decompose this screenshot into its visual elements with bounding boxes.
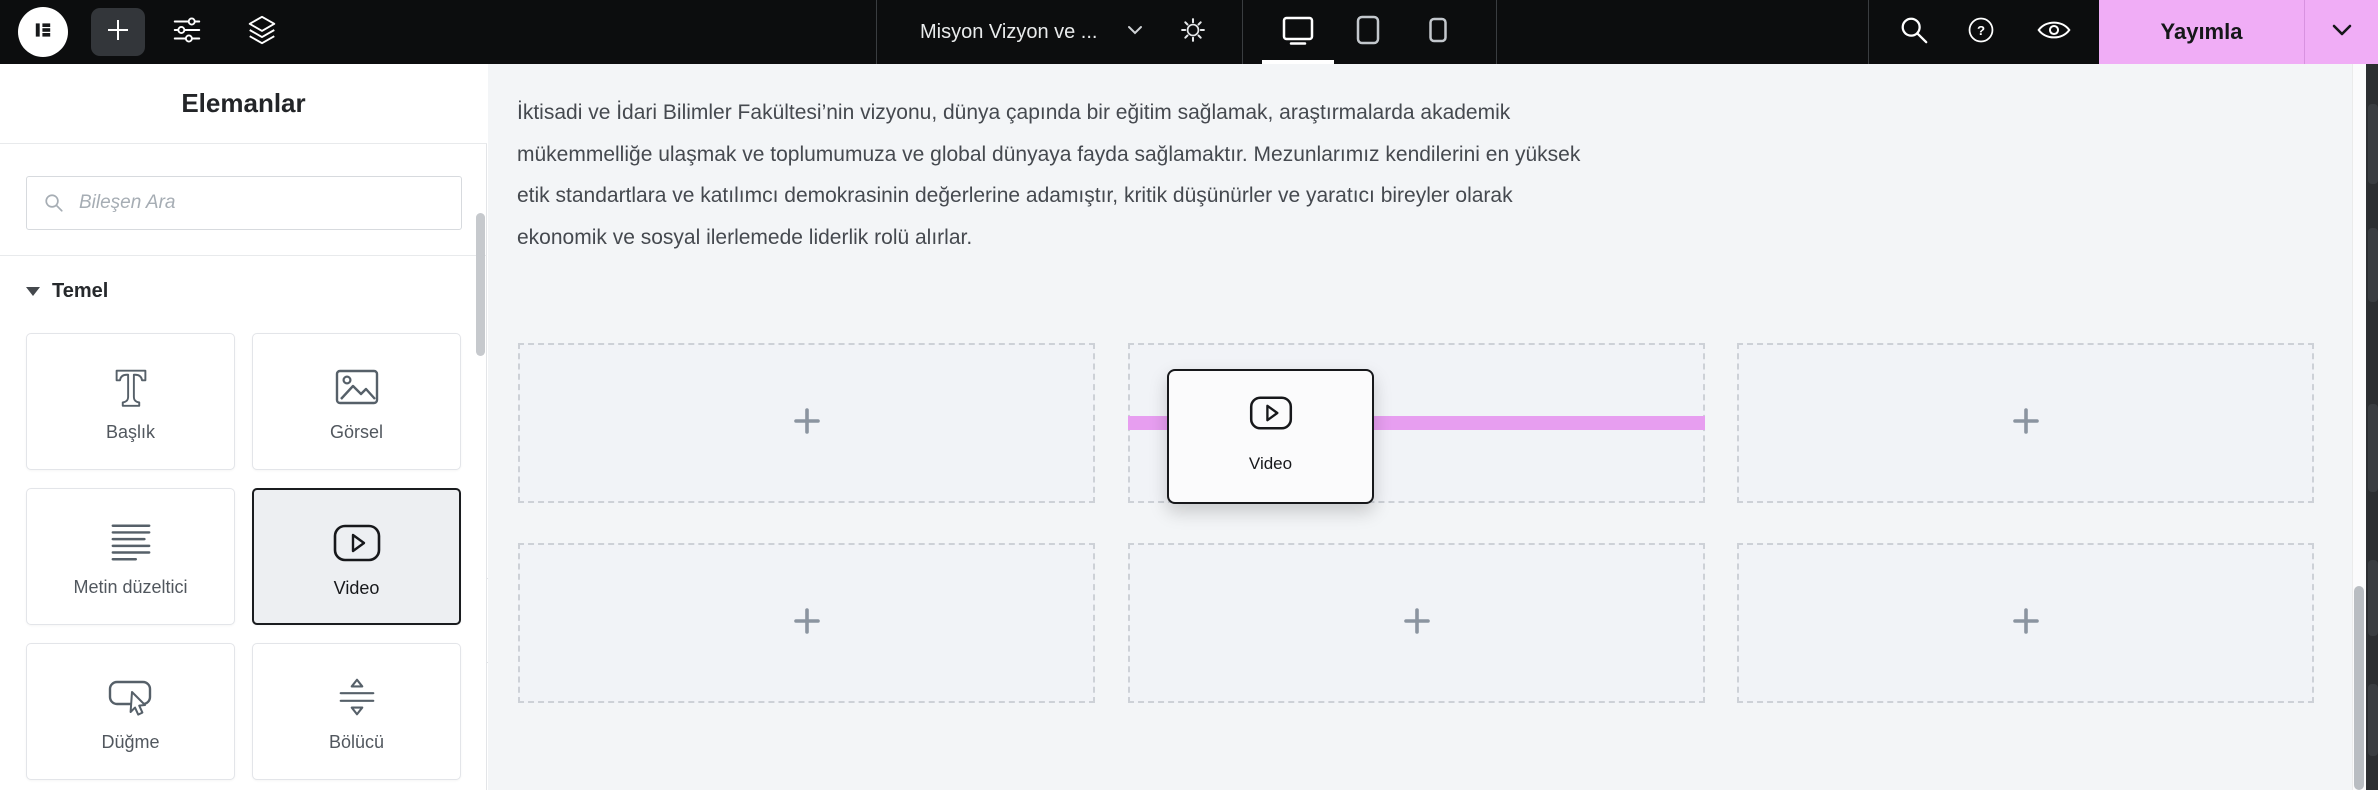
- search-icon: [43, 192, 65, 214]
- plus-icon: [1402, 606, 1432, 641]
- dragged-video-widget[interactable]: Video: [1167, 369, 1374, 504]
- device-tablet-button[interactable]: [1355, 15, 1381, 50]
- publish-options-button[interactable]: [2305, 0, 2378, 64]
- paragraph-line: ekonomik ve sosyal ilerlemede liderlik r…: [517, 225, 973, 249]
- widget-card-text-editor[interactable]: Metin düzeltici: [26, 488, 235, 625]
- elementor-menu-button[interactable]: [18, 7, 68, 57]
- dragged-widget-label: Video: [1248, 454, 1293, 473]
- drop-zone[interactable]: [518, 343, 1095, 503]
- vision-paragraph[interactable]: İktisadi ve İdari Bilimler Fakültesi’nin…: [517, 92, 1580, 258]
- widget-card-heading[interactable]: Başlık: [26, 333, 235, 470]
- window-edge-chip: [2368, 404, 2378, 492]
- mobile-icon: [1428, 17, 1448, 48]
- window-edge-chip: [2368, 560, 2378, 636]
- add-element-button[interactable]: [91, 8, 145, 56]
- section-title: Temel: [52, 279, 109, 302]
- text-editor-icon: [108, 517, 154, 567]
- image-icon: [333, 362, 381, 412]
- eye-icon: [2036, 15, 2072, 50]
- paragraph-line: İktisadi ve İdari Bilimler Fakültesi’nin…: [517, 101, 1511, 124]
- widget-label: Bölücü: [328, 732, 385, 752]
- widget-label: Başlık: [105, 422, 156, 442]
- document-switcher-button[interactable]: [1126, 24, 1144, 40]
- finder-search-button[interactable]: [1898, 16, 1930, 48]
- window-edge-chip: [2368, 228, 2378, 302]
- panel-title: Elemanlar: [181, 88, 306, 118]
- drop-zone[interactable]: [518, 543, 1095, 703]
- svg-text:?: ?: [1977, 22, 1985, 37]
- plus-icon: [792, 606, 822, 641]
- plus-icon: [792, 406, 822, 441]
- widget-search-box[interactable]: [26, 176, 462, 230]
- elementor-logo: [28, 15, 58, 50]
- site-settings-icon: [170, 13, 204, 52]
- widget-card-video[interactable]: Video: [252, 488, 461, 625]
- paragraph-line: etik standartlara ve katılımcı demokrasi…: [517, 184, 1513, 207]
- plus-icon: [2011, 406, 2041, 441]
- structure-button[interactable]: [245, 15, 279, 49]
- elementor-editor: Misyon Vizyon ve ... ? Yayımla Elemanlar…: [0, 0, 2378, 790]
- desktop-icon: [1280, 14, 1316, 51]
- topbar-separator: [1242, 0, 1243, 64]
- topbar-separator: [876, 0, 877, 64]
- drop-zone[interactable]: [1737, 343, 2314, 503]
- tablet-icon: [1355, 15, 1381, 50]
- panel-scrollbar-thumb[interactable]: [476, 213, 485, 356]
- widget-label: Video: [333, 578, 380, 598]
- top-bar: Misyon Vizyon ve ... ? Yayımla: [0, 0, 2378, 64]
- device-desktop-button[interactable]: [1280, 16, 1316, 48]
- add-element-icon: [105, 17, 131, 48]
- panel-divider: [0, 255, 487, 256]
- window-edge-chip: [2368, 104, 2378, 184]
- plus-icon: [2011, 606, 2041, 641]
- widget-card-image[interactable]: Görsel: [252, 333, 461, 470]
- button-icon: [107, 672, 155, 722]
- gear-icon: [1179, 16, 1207, 49]
- widget-label: Düğme: [101, 732, 160, 752]
- heading-icon: [108, 362, 154, 412]
- drop-zone[interactable]: [1737, 543, 2314, 703]
- topbar-separator: [1496, 0, 1497, 64]
- layers-icon: [245, 13, 279, 52]
- widget-search-input[interactable]: [77, 191, 461, 215]
- video-icon: [1248, 395, 1294, 436]
- search-icon: [1898, 14, 1930, 51]
- help-icon: ?: [1966, 15, 1996, 50]
- publish-button[interactable]: Yayımla: [2099, 0, 2304, 64]
- preview-button[interactable]: [2036, 17, 2072, 47]
- canvas-scrollbar-thumb[interactable]: [2354, 586, 2364, 790]
- document-title[interactable]: Misyon Vizyon ve ...: [920, 0, 1097, 64]
- widget-label: Metin düzeltici: [73, 577, 188, 597]
- widget-card-divider[interactable]: Bölücü: [252, 643, 461, 780]
- video-icon: [332, 518, 382, 568]
- help-button[interactable]: ?: [1966, 17, 1996, 47]
- divider-icon: [334, 672, 380, 722]
- panel-header: Elemanlar: [0, 64, 487, 144]
- page-settings-button[interactable]: [1179, 16, 1207, 49]
- section-toggle-temel[interactable]: Temel: [26, 276, 446, 306]
- chevron-down-icon: [2331, 23, 2353, 42]
- caret-down-icon: [26, 286, 40, 296]
- site-settings-button[interactable]: [170, 15, 204, 49]
- window-edge-chip: [2368, 684, 2378, 756]
- paragraph-line: mükemmelliğe ulaşmak ve toplumumuza ve g…: [517, 142, 1581, 166]
- chevron-down-icon: [1127, 23, 1143, 41]
- publish-button-label: Yayımla: [2160, 19, 2243, 44]
- widget-card-button[interactable]: Düğme: [26, 643, 235, 780]
- drop-zone[interactable]: [1128, 543, 1705, 703]
- topbar-separator: [1868, 0, 1869, 64]
- device-mobile-button[interactable]: [1428, 17, 1448, 48]
- widget-label: Görsel: [329, 422, 383, 442]
